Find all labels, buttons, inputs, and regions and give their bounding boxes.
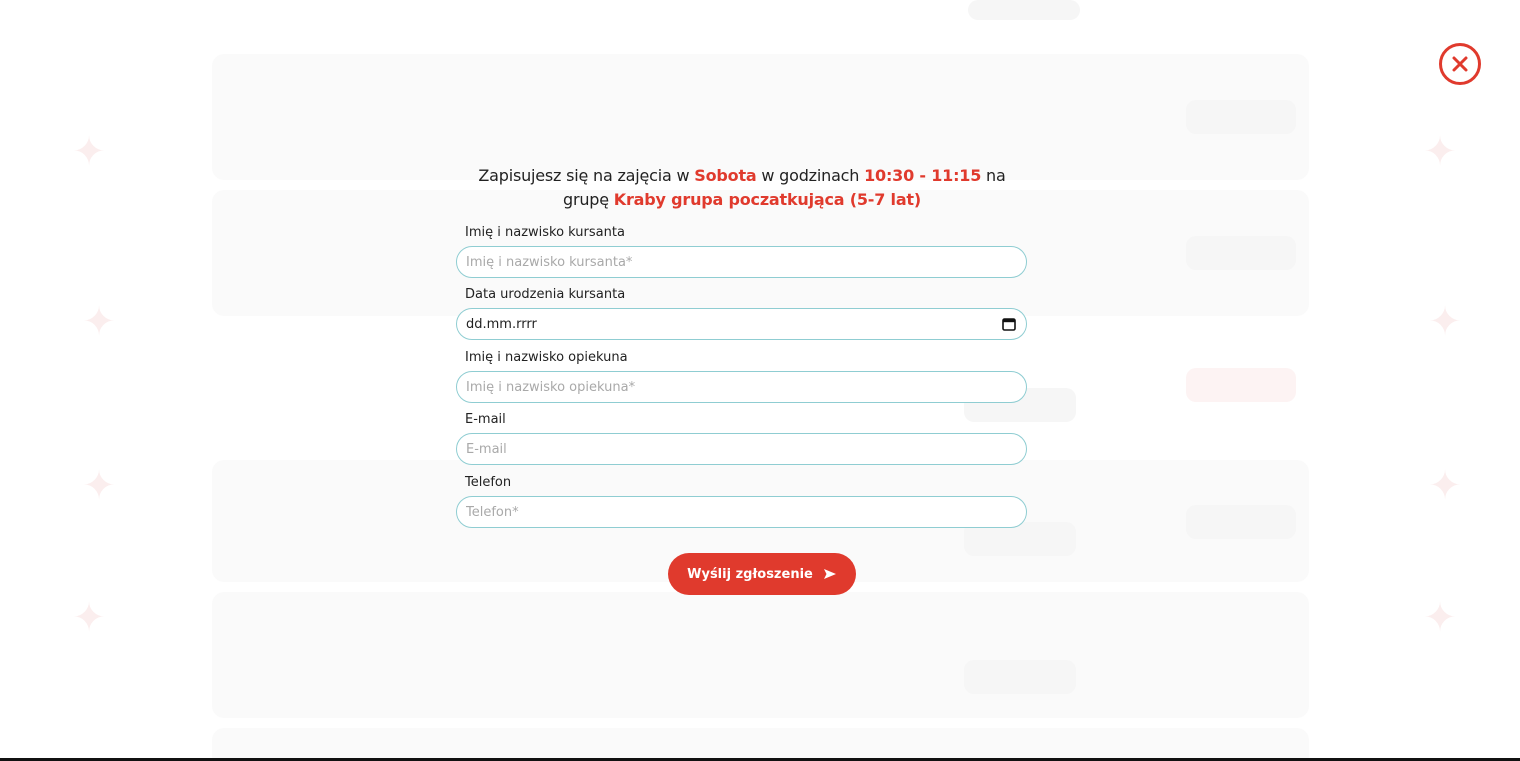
email-field — [456, 433, 1027, 465]
birth-date-value: dd.mm.rrrr — [466, 316, 537, 332]
intro-middle: w godzinach — [761, 166, 860, 185]
background-pill — [1186, 100, 1296, 134]
email-group: E-mail — [456, 411, 1027, 465]
close-circle-icon — [1452, 56, 1468, 72]
email-input[interactable] — [466, 441, 1016, 457]
submit-button[interactable]: Wyślij zgłoszenie — [668, 553, 856, 595]
background-logo: ✦ — [72, 129, 106, 175]
student-name-input[interactable] — [466, 254, 1016, 270]
close-button[interactable] — [1439, 43, 1481, 85]
intro-time: 10:30 - 11:15 — [864, 166, 982, 185]
student-name-field — [456, 246, 1027, 278]
birth-date-label: Data urodzenia kursanta — [465, 287, 626, 302]
background-card — [212, 728, 1309, 761]
background-logo: ✦ — [72, 595, 106, 641]
signup-intro: Zapisujesz się na zajęcia w Sobota w god… — [456, 164, 1028, 212]
background-logo: ✦ — [1428, 299, 1462, 345]
background-pill — [964, 660, 1076, 694]
background-card — [212, 54, 1309, 180]
page: ✦ ✦ ✦ ✦ ✦ ✦ ✦ ✦ Zapisujesz się na zajęci… — [0, 0, 1520, 761]
guardian-name-label: Imię i nazwisko opiekuna — [465, 350, 628, 365]
background-logo: ✦ — [82, 299, 116, 345]
background-card — [212, 592, 1309, 718]
background-pill — [1186, 368, 1296, 402]
background-logo: ✦ — [82, 463, 116, 509]
phone-label: Telefon — [465, 475, 512, 490]
intro-group-name: Kraby grupa poczatkująca (5-7 lat) — [613, 190, 921, 209]
phone-field — [456, 496, 1027, 528]
email-label: E-mail — [465, 412, 506, 427]
phone-input[interactable] — [466, 504, 1016, 520]
calendar-icon[interactable] — [1002, 317, 1016, 331]
background-pill — [968, 0, 1080, 20]
student-name-label: Imię i nazwisko kursanta — [465, 225, 625, 240]
background-pill — [1186, 236, 1296, 270]
intro-prefix: Zapisujesz się na zajęcia w — [478, 166, 690, 185]
signup-modal: Zapisujesz się na zajęcia w Sobota w god… — [456, 164, 1028, 595]
background-logo: ✦ — [1423, 129, 1457, 175]
send-icon — [823, 569, 836, 579]
background-logo: ✦ — [1428, 463, 1462, 509]
birth-date-field[interactable]: dd.mm.rrrr — [456, 308, 1027, 340]
guardian-name-group: Imię i nazwisko opiekuna — [456, 349, 1027, 403]
background-logo: ✦ — [1423, 595, 1457, 641]
intro-day: Sobota — [694, 166, 757, 185]
guardian-name-field — [456, 371, 1027, 403]
birth-date-group: Data urodzenia kursanta dd.mm.rrrr — [456, 286, 1027, 340]
guardian-name-input[interactable] — [466, 379, 1016, 395]
phone-group: Telefon — [456, 474, 1027, 528]
student-name-group: Imię i nazwisko kursanta — [456, 224, 1027, 278]
background-pill — [1186, 505, 1296, 539]
submit-label: Wyślij zgłoszenie — [687, 566, 813, 582]
